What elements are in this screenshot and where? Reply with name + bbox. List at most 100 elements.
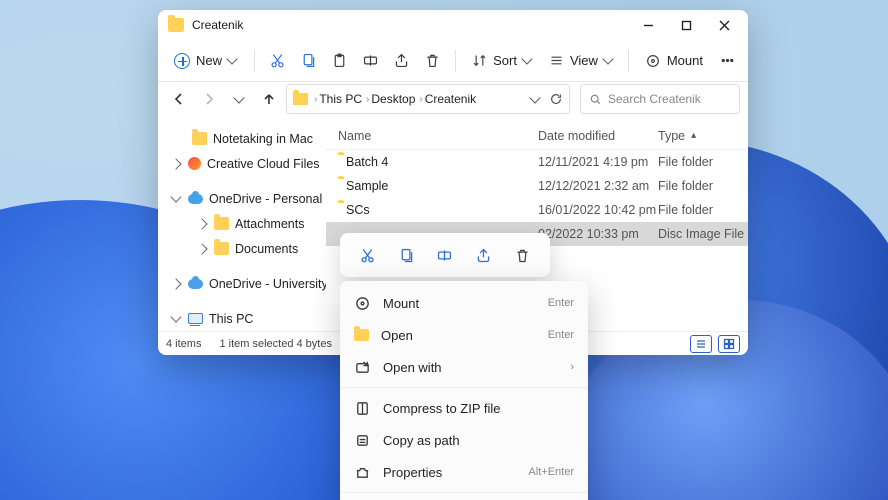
sidebar-item[interactable]: Documents bbox=[158, 236, 326, 261]
forward-button[interactable] bbox=[196, 86, 222, 112]
folder-icon bbox=[293, 93, 308, 105]
copy-button[interactable] bbox=[390, 240, 422, 270]
context-item-props[interactable]: PropertiesAlt+Enter bbox=[340, 456, 588, 488]
delete-button[interactable] bbox=[418, 46, 447, 76]
paste-button[interactable] bbox=[325, 46, 354, 76]
view-button[interactable]: View bbox=[541, 46, 620, 76]
mount-button[interactable]: Mount bbox=[637, 46, 711, 76]
context-label: Mount bbox=[383, 296, 419, 311]
cut-button[interactable] bbox=[351, 240, 383, 270]
context-item-folder[interactable]: Open Enter bbox=[340, 319, 588, 351]
nav-sidebar: Notetaking in Mac Creative Cloud Files O… bbox=[158, 122, 326, 331]
column-headers: Name Date modified Type▴ bbox=[326, 122, 748, 150]
context-item-openwith[interactable]: Open with› bbox=[340, 351, 588, 383]
address-bar[interactable]: › This PC› Desktop› Createnik bbox=[286, 84, 570, 114]
new-label: New bbox=[196, 53, 222, 68]
plus-icon bbox=[174, 53, 190, 69]
file-date: 12/11/2021 4:19 pm bbox=[538, 155, 658, 169]
copypath-icon bbox=[354, 432, 371, 449]
sidebar-item[interactable]: OneDrive - Personal bbox=[158, 186, 326, 211]
recent-button[interactable] bbox=[226, 86, 252, 112]
props-icon bbox=[354, 464, 371, 481]
nav-row: › This PC› Desktop› Createnik Search Cre… bbox=[158, 82, 748, 122]
context-label: Compress to ZIP file bbox=[383, 401, 501, 416]
breadcrumb-item[interactable]: This PC bbox=[319, 92, 362, 106]
refresh-icon[interactable] bbox=[549, 92, 563, 106]
context-item-copypath[interactable]: Copy as path bbox=[340, 424, 588, 456]
file-type: File folder bbox=[658, 203, 748, 217]
search-input[interactable]: Search Createnik bbox=[580, 84, 740, 114]
details-view-button[interactable] bbox=[690, 335, 712, 353]
sidebar-item[interactable]: Notetaking in Mac bbox=[158, 126, 326, 151]
col-name[interactable]: Name bbox=[338, 129, 538, 143]
context-label: Copy as path bbox=[383, 433, 460, 448]
sidebar-label: Notetaking in Mac bbox=[213, 132, 313, 146]
openwith-icon bbox=[354, 359, 371, 376]
sidebar-label: OneDrive - Personal bbox=[209, 192, 322, 206]
file-row[interactable]: Sample12/12/2021 2:32 amFile folder bbox=[326, 174, 748, 198]
folder-icon bbox=[168, 18, 184, 32]
zip-icon bbox=[354, 400, 371, 417]
copy-button[interactable] bbox=[294, 46, 323, 76]
sidebar-label: Attachments bbox=[235, 217, 304, 231]
sidebar-item[interactable]: Attachments bbox=[158, 211, 326, 236]
status-selection: 1 item selected 4 bytes bbox=[219, 338, 332, 350]
context-label: Open with bbox=[383, 360, 442, 375]
sidebar-label: OneDrive - University of t bbox=[209, 277, 326, 291]
col-type[interactable]: Type▴ bbox=[658, 129, 748, 143]
file-type: Disc Image File bbox=[658, 227, 748, 241]
file-row[interactable]: SCs16/01/2022 10:42 pmFile folder bbox=[326, 198, 748, 222]
rename-button[interactable] bbox=[356, 46, 385, 76]
cut-button[interactable] bbox=[263, 46, 292, 76]
view-label: View bbox=[570, 53, 598, 68]
new-button[interactable]: New bbox=[164, 46, 246, 76]
sidebar-label: Documents bbox=[235, 242, 298, 256]
mini-toolbar bbox=[340, 233, 550, 277]
up-button[interactable] bbox=[256, 86, 282, 112]
maximize-button[interactable] bbox=[668, 11, 704, 39]
sidebar-label: Creative Cloud Files bbox=[207, 157, 320, 171]
rename-button[interactable] bbox=[429, 240, 461, 270]
file-date: 02/2022 10:33 pm bbox=[538, 227, 658, 241]
share-button[interactable] bbox=[468, 240, 500, 270]
share-button[interactable] bbox=[387, 46, 416, 76]
breadcrumb-item[interactable]: Desktop bbox=[371, 92, 415, 106]
breadcrumb-item[interactable]: Createnik bbox=[425, 92, 476, 106]
chevron-down-icon bbox=[521, 53, 532, 64]
context-item-zip[interactable]: Compress to ZIP file bbox=[340, 392, 588, 424]
sidebar-item[interactable]: OneDrive - University of t bbox=[158, 271, 326, 296]
more-button[interactable] bbox=[713, 46, 742, 76]
mount-icon bbox=[354, 295, 371, 312]
mount-label: Mount bbox=[667, 53, 703, 68]
back-button[interactable] bbox=[166, 86, 192, 112]
shortcut-hint: Enter bbox=[548, 329, 574, 341]
window-title: Createnik bbox=[192, 18, 630, 32]
chevron-down-icon bbox=[226, 53, 237, 64]
file-name: Sample bbox=[338, 179, 538, 193]
col-date[interactable]: Date modified bbox=[538, 129, 658, 143]
file-date: 16/01/2022 10:42 pm bbox=[538, 203, 658, 217]
context-label: Open bbox=[381, 328, 413, 343]
file-type: File folder bbox=[658, 155, 748, 169]
title-bar: Createnik bbox=[158, 10, 748, 40]
search-placeholder: Search Createnik bbox=[608, 92, 701, 106]
file-row[interactable]: Batch 412/11/2021 4:19 pmFile folder bbox=[326, 150, 748, 174]
delete-button[interactable] bbox=[507, 240, 539, 270]
file-name: Batch 4 bbox=[338, 155, 538, 169]
shortcut-hint: Enter bbox=[548, 297, 574, 309]
sort-label: Sort bbox=[493, 53, 517, 68]
folder-icon bbox=[354, 329, 369, 341]
sort-button[interactable]: Sort bbox=[464, 46, 539, 76]
icons-view-button[interactable] bbox=[718, 335, 740, 353]
chevron-down-icon bbox=[602, 53, 613, 64]
sidebar-item[interactable]: Creative Cloud Files bbox=[158, 151, 326, 176]
context-item-mount[interactable]: Mount Enter bbox=[340, 287, 588, 319]
sidebar-item[interactable]: This PC bbox=[158, 306, 326, 331]
sort-asc-icon: ▴ bbox=[691, 130, 696, 141]
minimize-button[interactable] bbox=[630, 11, 666, 39]
close-button[interactable] bbox=[706, 11, 742, 39]
chevron-down-icon[interactable] bbox=[529, 92, 540, 103]
file-date: 12/12/2021 2:32 am bbox=[538, 179, 658, 193]
search-icon bbox=[589, 93, 602, 106]
sidebar-label: This PC bbox=[209, 312, 253, 326]
